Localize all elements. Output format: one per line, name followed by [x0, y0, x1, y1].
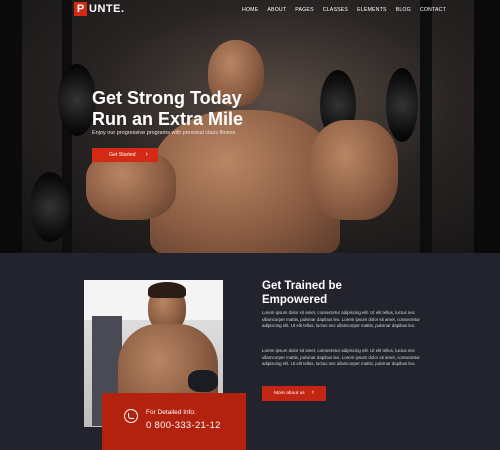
about-paragraph-1: Lorem ipsum dolor sit amet, consectetur …	[262, 310, 420, 329]
chevron-right-icon: ›	[145, 151, 148, 158]
weight-plate-left	[58, 64, 96, 136]
section-title-line-1: Get Trained be	[262, 280, 342, 292]
contact-phone[interactable]: 0 800-333-21-12	[146, 420, 221, 431]
contact-label: For Detailed Info:	[146, 409, 196, 416]
nav-item-pages[interactable]: PAGES	[295, 7, 314, 13]
chevron-right-icon: ›	[311, 389, 314, 396]
top-navbar: P UNTE. HOME ABOUT PAGES CLASSES ELEMENT…	[0, 0, 500, 22]
logo-mark: P	[74, 2, 87, 16]
hero-title-line-1: Get Strong Today	[92, 88, 242, 108]
about-paragraph-2: Lorem ipsum dolor sit amet, consectetur …	[262, 348, 420, 367]
hero-subtitle: Enjoy our progressive programs with pers…	[92, 130, 236, 136]
hero-title: Get Strong Today Run an Extra Mile	[92, 88, 243, 130]
nav-item-blog[interactable]: BLOG	[396, 7, 411, 13]
nav-item-classes[interactable]: CLASSES	[323, 7, 348, 13]
get-started-button[interactable]: Get Started ›	[92, 148, 158, 162]
weight-plate-bottom-left	[30, 172, 70, 242]
trainer-hair	[148, 282, 186, 298]
section-title-line-2: Empowered	[262, 294, 328, 306]
brand-logo[interactable]: P UNTE.	[74, 2, 125, 16]
section-title: Get Trained be Empowered	[262, 279, 342, 307]
nav-item-about[interactable]: ABOUT	[267, 7, 286, 13]
hero-title-line-2: Run an Extra Mile	[92, 109, 244, 129]
get-started-label: Get Started	[109, 152, 136, 158]
trainer-dumbbell	[188, 370, 218, 392]
logo-text: UNTE.	[89, 3, 125, 15]
main-menu: HOME ABOUT PAGES CLASSES ELEMENTS BLOG C…	[242, 7, 455, 13]
rack-right-post	[420, 0, 432, 253]
hero-section: P UNTE. HOME ABOUT PAGES CLASSES ELEMENT…	[0, 0, 500, 253]
weight-plate-right-2	[386, 68, 418, 142]
contact-info-box: For Detailed Info: 0 800-333-21-12	[102, 393, 246, 450]
more-about-us-button[interactable]: More about us ›	[262, 386, 326, 401]
rack-right-post-2	[474, 0, 500, 253]
more-about-us-label: More about us	[274, 391, 305, 396]
nav-item-elements[interactable]: ELEMENTS	[357, 7, 387, 13]
nav-item-home[interactable]: HOME	[242, 7, 258, 13]
rack-left-post-2	[0, 0, 22, 253]
nav-item-contact[interactable]: CONTACT	[420, 7, 446, 13]
whatsapp-icon[interactable]	[124, 409, 138, 423]
athlete-arm-right	[310, 120, 398, 220]
